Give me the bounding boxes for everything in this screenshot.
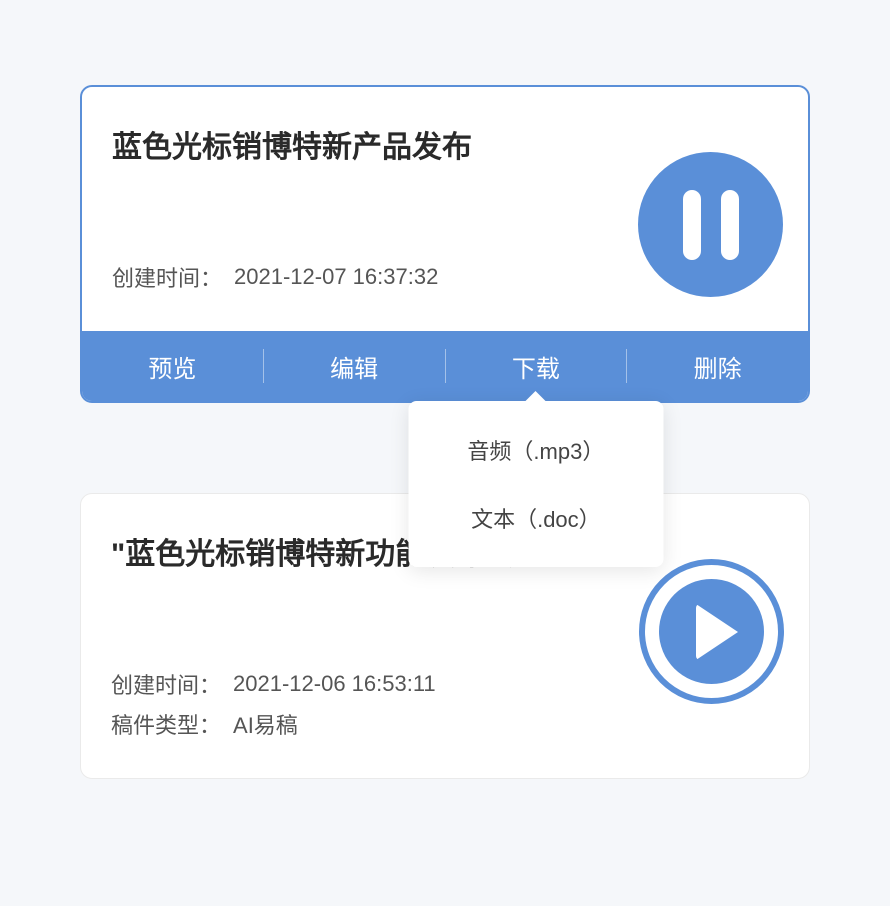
delete-button[interactable]: 删除: [627, 331, 808, 401]
pause-icon: [683, 190, 739, 260]
card-body: 蓝色光标销博特新产品发布 创建时间： 2021-12-07 16:37:32: [82, 87, 808, 331]
preview-button[interactable]: 预览: [82, 331, 263, 401]
play-button[interactable]: [639, 559, 784, 704]
created-label: 创建时间：: [112, 261, 222, 293]
card-type: 稿件类型： AI易稿: [111, 708, 779, 740]
type-value: AI易稿: [233, 708, 298, 740]
type-label: 稿件类型：: [111, 708, 221, 740]
created-value: 2021-12-07 16:37:32: [234, 264, 438, 290]
download-text-option[interactable]: 文本（.doc）: [408, 484, 663, 552]
pause-button[interactable]: [638, 152, 783, 297]
play-icon: [659, 579, 764, 684]
audio-card: 蓝色光标销博特新产品发布 创建时间： 2021-12-07 16:37:32 预…: [80, 85, 810, 403]
download-audio-option[interactable]: 音频（.mp3）: [408, 416, 663, 484]
action-bar: 预览 编辑 下载 音频（.mp3） 文本（.doc） 删除: [82, 331, 808, 401]
created-label: 创建时间：: [111, 668, 221, 700]
edit-button[interactable]: 编辑: [264, 331, 445, 401]
download-dropdown: 音频（.mp3） 文本（.doc）: [408, 401, 663, 567]
download-button[interactable]: 下载 音频（.mp3） 文本（.doc）: [446, 331, 627, 401]
created-value: 2021-12-06 16:53:11: [233, 671, 436, 697]
